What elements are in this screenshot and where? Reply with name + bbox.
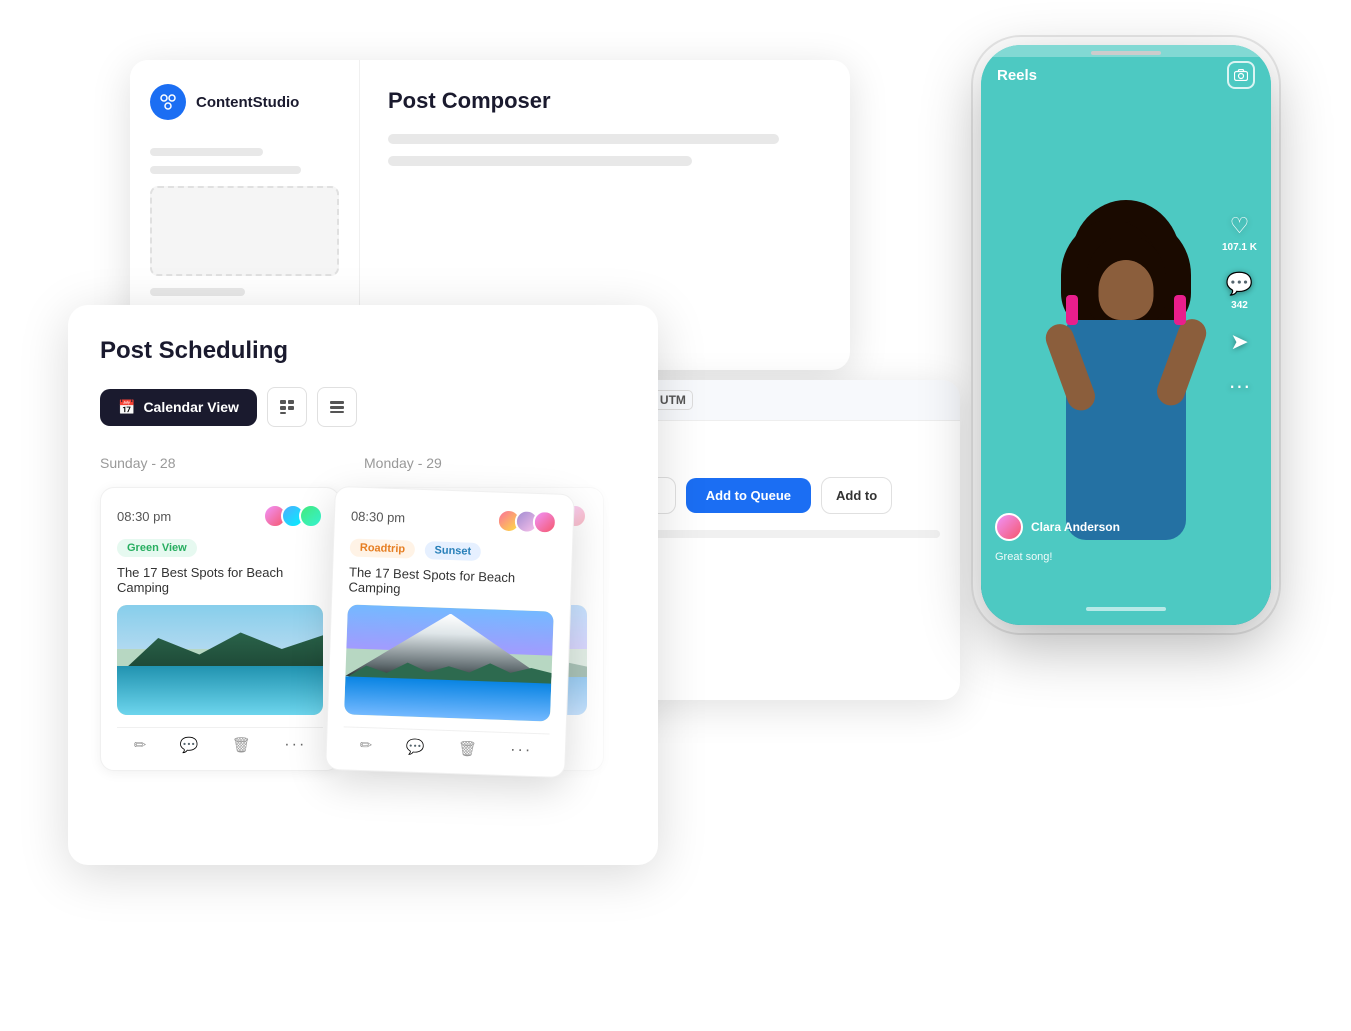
phone-frame: Reels ♡ 107.1 K [981,45,1271,625]
scheduling-title: Post Scheduling [100,337,626,365]
calendar-view-label: Calendar View [143,399,238,415]
edit-icon[interactable]: ✏ [134,736,147,754]
more-icon[interactable]: ··· [284,736,306,754]
camera-icon[interactable] [1227,61,1255,89]
post-card-1-header: 08:30 pm [117,504,323,528]
monday-label: Monday - 29 [364,455,604,471]
sidebar-bar-1 [150,148,263,156]
grid-view-button[interactable] [267,387,307,427]
more-dots-icon: ··· [1228,373,1250,399]
post-1-time: 08:30 pm [117,509,171,524]
comment-icon[interactable]: 💬 [180,736,199,754]
post-1-tag: Green View [117,539,197,557]
add-to-button[interactable]: Add to [821,477,892,514]
earring-right [1174,295,1186,325]
phone-header: Reels [981,61,1271,89]
beach-scene [117,605,323,715]
post-1-avatars [263,504,323,528]
post-1-image [117,605,323,715]
post-composer-title: Post Composer [388,88,822,114]
float-mountain-scene [344,604,554,721]
user-row: Clara Anderson [995,513,1221,541]
post-1-actions: ✏ 💬 🗑 ··· [117,727,323,754]
phone-bottom-info: Clara Anderson Great song! [995,513,1221,565]
comment-bubble-icon: 💬 [1226,271,1253,297]
like-action[interactable]: ♡ 107.1 K [1222,213,1257,253]
post-card-float-header: 08:30 pm [351,503,558,534]
app-name: ContentStudio [196,94,299,111]
view-buttons: 📅 Calendar View [100,387,626,427]
post-float-time: 08:30 pm [351,508,406,525]
trash-icon[interactable]: 🗑 [232,736,251,754]
beach-sky [117,605,323,649]
caption: Great song! [995,551,1052,563]
phone-screen: Reels ♡ 107.1 K [981,45,1271,625]
sunday-label: Sunday - 28 [100,455,340,471]
phone-wrapper: Reels ♡ 107.1 K [981,45,1271,625]
more-action[interactable]: ··· [1228,373,1250,399]
calendar-view-button[interactable]: 📅 Calendar View [100,389,257,426]
phone-home-bar [1086,607,1166,611]
woman-body [1066,320,1186,540]
comment-action[interactable]: 💬 342 [1226,271,1253,311]
user-name: Clara Anderson [1031,520,1120,534]
float-comment-icon[interactable]: 💬 [405,738,424,757]
float-text: The 17 Best Spots for Beach Camping [348,564,555,601]
float-card-actions: ✏ 💬 🗑 ··· [343,726,550,760]
float-avatar-3 [532,510,557,535]
user-avatar [995,513,1023,541]
phone-right-actions: ♡ 107.1 K 💬 342 ➤ ··· [1222,213,1257,399]
woman-face [1099,260,1154,320]
days-row: Sunday - 28 Monday - 29 [100,455,626,471]
float-image [344,604,554,721]
post-card-1: 08:30 pm Green View The 17 Best Spots fo… [100,487,340,771]
float-trash-icon[interactable]: 🗑 [457,739,477,758]
sidebar-bar-2 [150,166,301,174]
avatar-3 [299,504,323,528]
float-tag2: Sunset [424,541,481,561]
likes-count: 107.1 K [1222,242,1257,253]
composer-bar-2 [388,156,692,166]
main-scene: ContentStudio ✏ Compose Post Composer Po… [0,0,1351,1031]
share-icon: ➤ [1230,329,1248,355]
heart-icon: ♡ [1230,213,1250,239]
composer-bar-1 [388,134,779,144]
calendar-icon: 📅 [118,399,135,416]
sidebar-placeholder [150,186,339,276]
logo-row: ContentStudio [150,84,339,120]
phone-notch [1091,51,1161,55]
beach-water [117,666,323,716]
share-action[interactable]: ➤ [1230,329,1248,355]
add-to-queue-button[interactable]: Add to Queue [686,478,811,513]
utm-badge[interactable]: UTM [653,390,693,410]
post-float-avatars [496,509,557,535]
float-tag1: Roadtrip [350,538,416,558]
comments-count: 342 [1231,300,1248,311]
post-card-2-float: 08:30 pm Roadtrip Sunset The 17 Best Spo… [325,486,575,778]
list-view-button[interactable] [317,387,357,427]
post-1-text: The 17 Best Spots for Beach Camping [117,565,323,595]
sidebar-bar-3 [150,288,245,296]
float-more-icon[interactable]: ··· [510,741,533,760]
earring-left [1066,295,1078,325]
float-edit-icon[interactable]: ✏ [359,736,372,754]
reels-label: Reels [997,67,1037,84]
phone-notch-bar [981,45,1271,57]
app-logo [150,84,186,120]
